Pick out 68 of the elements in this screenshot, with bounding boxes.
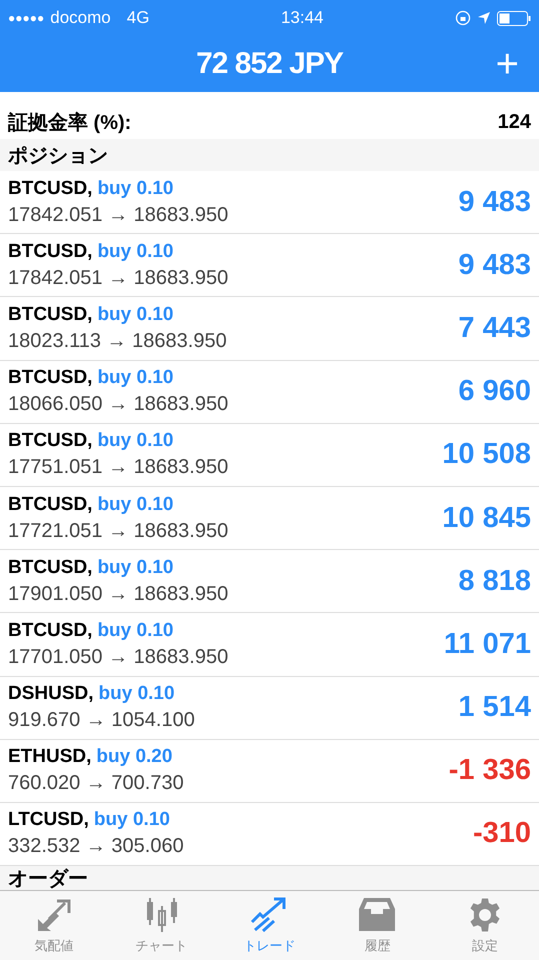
profit-value: 11 071 — [444, 628, 531, 661]
profit-value: -310 — [472, 817, 531, 850]
price-range: 18023.113 → 18683.950 — [8, 330, 228, 353]
symbol-label: DSHUSD, — [8, 683, 94, 706]
margin-level-value: 124 — [498, 110, 531, 134]
position-row[interactable]: BTCUSD, buy 0.10 17721.051 → 18683.950 10 845 — [0, 486, 539, 550]
trade-side: buy 0.10 — [97, 367, 174, 390]
profit-value: -1 336 — [448, 754, 531, 788]
trade-side: buy 0.10 — [97, 240, 174, 263]
trade-side: buy 0.20 — [96, 746, 172, 768]
trade-side: buy 0.10 — [97, 494, 174, 516]
position-row[interactable]: BTCUSD, buy 0.10 17701.050 → 18683.950 11 071 — [0, 613, 539, 676]
price-range: 17701.050 → 18683.950 — [8, 646, 230, 669]
location-arrow-icon — [477, 11, 491, 25]
inbox-tray-icon — [358, 896, 396, 933]
trade-side: buy 0.10 — [94, 809, 170, 832]
section-title: オーダー — [8, 866, 88, 892]
symbol-label: ETHUSD, — [8, 746, 92, 768]
symbol-label: BTCUSD, — [8, 304, 92, 326]
account-balance-title: 72 852 JPY — [196, 47, 343, 81]
position-row[interactable]: BTCUSD, buy 0.10 18066.050 → 18683.950 6 960 — [0, 360, 539, 424]
battery-icon — [497, 10, 531, 26]
trade-side: buy 0.10 — [97, 178, 174, 200]
price-range: 332.532 → 305.060 — [8, 835, 185, 858]
price-range: 18066.050 → 18683.950 — [8, 393, 230, 416]
profit-value: 7 443 — [458, 312, 531, 345]
trade-side: buy 0.10 — [97, 304, 174, 326]
price-range: 17751.051 → 18683.950 — [8, 456, 230, 480]
price-range: 17901.050 → 18683.950 — [8, 582, 230, 606]
profit-value: 9 483 — [458, 248, 531, 282]
section-title: ポジション — [8, 144, 108, 168]
margin-level-label: 証拠金率 (%): — [8, 110, 132, 136]
profit-value: 10 508 — [442, 438, 531, 472]
signal-dots: ●●●●● — [8, 11, 44, 25]
profit-value: 9 483 — [458, 186, 531, 219]
network-type: 4G — [126, 8, 150, 28]
rotation-lock-icon — [455, 10, 471, 26]
symbol-label: BTCUSD, — [8, 556, 92, 579]
price-range: 919.670 → 1054.100 — [8, 709, 196, 732]
price-range: 17721.051 → 18683.950 — [8, 520, 230, 543]
price-range: 17842.051 → 18683.950 — [8, 204, 230, 227]
profit-value: 10 845 — [442, 502, 531, 535]
profit-value: 8 818 — [458, 564, 531, 598]
symbol-label: BTCUSD, — [8, 178, 92, 200]
trade-side: buy 0.10 — [98, 683, 175, 706]
symbol-label: BTCUSD, — [8, 367, 92, 390]
position-row[interactable]: BTCUSD, buy 0.10 17751.051 → 18683.950 10 508 — [0, 424, 539, 487]
symbol-label: BTCUSD, — [8, 494, 92, 516]
symbol-label: BTCUSD, — [8, 240, 92, 263]
position-row[interactable]: BTCUSD, buy 0.10 18023.113 → 18683.950 7 443 — [0, 297, 539, 361]
trade-side: buy 0.10 — [97, 620, 174, 642]
trade-side: buy 0.10 — [97, 430, 174, 452]
symbol-label: LTCUSD, — [8, 809, 89, 832]
carrier-name: docomo — [50, 8, 111, 28]
position-row[interactable]: DSHUSD, buy 0.10 919.670 → 1054.100 1 514 — [0, 676, 539, 740]
trade-side: buy 0.10 — [97, 556, 174, 579]
symbol-label: BTCUSD, — [8, 430, 92, 452]
position-row[interactable]: BTCUSD, buy 0.10 17842.051 → 18683.950 9 483 — [0, 171, 539, 234]
trend-arrow-icon — [250, 896, 288, 933]
status-time: 13:44 — [280, 8, 324, 28]
position-row[interactable]: BTCUSD, buy 0.10 17842.051 → 18683.950 9 483 — [0, 234, 539, 298]
symbol-label: BTCUSD, — [8, 620, 92, 642]
position-row[interactable]: ETHUSD, buy 0.20 760.020 → 700.730 -1 336 — [0, 740, 539, 803]
profit-value: 6 960 — [458, 375, 531, 408]
position-row[interactable]: BTCUSD, buy 0.10 17901.050 → 18683.950 8 818 — [0, 550, 539, 614]
profit-value: 1 514 — [458, 691, 531, 724]
price-range: 760.020 → 700.730 — [8, 772, 185, 796]
price-range: 17842.051 → 18683.950 — [8, 266, 230, 290]
